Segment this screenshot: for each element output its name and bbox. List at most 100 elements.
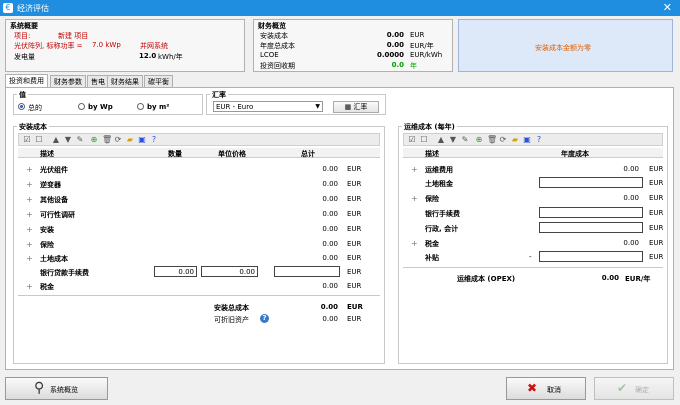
edit-icon[interactable]: ✎ <box>461 136 469 144</box>
opex-title: 运维成本 (每年) <box>402 122 457 132</box>
save-icon[interactable]: ▣ <box>523 136 531 144</box>
install-table-header: 描述 数量 单位价格 总计 <box>18 148 380 158</box>
ok-label: 确定 <box>635 386 649 394</box>
currency-select[interactable]: EUR - Euro ▼ <box>213 101 323 112</box>
tab-financial-results[interactable]: 财务结果 <box>107 75 143 87</box>
row-value: 0.00 <box>322 165 338 173</box>
depreciable-assets-label: 可折旧资产 <box>214 316 249 324</box>
tab-investment-costs[interactable]: 投资和费用 <box>5 74 48 87</box>
depreciable-assets-value: 0.00 <box>322 315 338 323</box>
save-icon[interactable]: ▣ <box>138 136 146 144</box>
delete-icon[interactable]: 🗑 <box>102 136 112 144</box>
move-up-icon[interactable]: ▲ <box>437 136 445 144</box>
divider <box>18 295 380 296</box>
row-unit: EUR <box>347 225 362 233</box>
ok-button[interactable]: ✔ 确定 <box>594 377 674 400</box>
expand-icon[interactable]: + <box>411 194 418 203</box>
help-icon[interactable]: ? <box>150 136 158 144</box>
expand-icon[interactable]: + <box>26 240 33 249</box>
window-title: 经济评估 <box>17 4 49 13</box>
row-unit: EUR <box>347 282 362 290</box>
financial-overview-panel: 财务概览 安装成本 0.00 EUR 年度总成本 0.00 EUR/年 LCOE… <box>253 19 453 72</box>
edit-icon[interactable]: ✎ <box>76 136 84 144</box>
row-label: 税金 <box>425 240 439 248</box>
tab-electricity-sale[interactable]: 售电 <box>87 75 109 87</box>
add-icon[interactable]: ⊕ <box>90 136 98 144</box>
tab-financial-params[interactable]: 财务参数 <box>50 75 86 87</box>
deselect-icon[interactable]: ☐ <box>35 136 43 144</box>
value-group: 值 总的 by Wp by m² <box>13 90 203 115</box>
subsidy-input[interactable] <box>539 251 643 262</box>
select-all-icon[interactable]: ☑ <box>23 136 31 144</box>
opex-toolbar: ☑ ☐ ▲ ▼ ✎ ⊕ 🗑 ⟳ ▰ ▣ ? <box>403 133 663 146</box>
row-label: 银行手续费 <box>425 210 460 218</box>
folder-icon[interactable]: ▰ <box>126 136 134 144</box>
opex-total-label: 运维成本 (OPEX) <box>457 275 516 283</box>
admin-accounting-input[interactable] <box>539 222 643 233</box>
total-install-cost-unit: EUR <box>347 303 363 311</box>
bank-fee-price-input[interactable]: 0.00 <box>201 266 258 277</box>
row-value: 0.00 <box>322 282 338 290</box>
system-overview-button[interactable]: ⚲ 系统概览 <box>5 377 108 400</box>
col-unit-price: 单位价格 <box>218 150 246 158</box>
help-icon[interactable]: ? <box>535 136 543 144</box>
move-down-icon[interactable]: ▼ <box>64 136 72 144</box>
expand-icon[interactable]: + <box>411 239 418 248</box>
land-rent-input[interactable] <box>539 177 643 188</box>
exchange-rate-button[interactable]: ▦ 汇率 <box>333 101 379 113</box>
expand-icon[interactable]: + <box>411 165 418 174</box>
expand-icon[interactable]: + <box>26 254 33 263</box>
bank-fees-input[interactable] <box>539 207 643 218</box>
row-unit: EUR <box>347 254 362 262</box>
row-unit: EUR <box>347 180 362 188</box>
expand-icon[interactable]: + <box>26 195 33 204</box>
row-unit: EUR <box>347 210 362 218</box>
tab-carbon-balance[interactable]: 碳平衡 <box>144 75 173 87</box>
install-toolbar: ☑ ☐ ▲ ▼ ✎ ⊕ 🗑 ⟳ ▰ ▣ ? <box>18 133 380 146</box>
bank-fee-total-input[interactable] <box>274 266 340 277</box>
expand-icon[interactable]: + <box>26 165 33 174</box>
expand-icon[interactable]: + <box>26 225 33 234</box>
expand-icon[interactable]: + <box>26 282 33 291</box>
help-icon[interactable]: ? <box>260 314 269 323</box>
refresh-icon[interactable]: ⟳ <box>499 136 507 144</box>
radio-by-m2[interactable] <box>137 103 144 110</box>
expand-icon[interactable]: + <box>26 210 33 219</box>
row-unit: EUR <box>649 194 664 202</box>
move-down-icon[interactable]: ▼ <box>449 136 457 144</box>
install-cost-value: 0.00 <box>386 31 404 39</box>
radio-total-label: 总的 <box>28 104 42 112</box>
col-desc: 描述 <box>40 150 54 158</box>
move-up-icon[interactable]: ▲ <box>52 136 60 144</box>
add-icon[interactable]: ⊕ <box>475 136 483 144</box>
chevron-down-icon: ▼ <box>315 103 320 110</box>
radio-by-wp[interactable] <box>78 103 85 110</box>
row-label: 土地租金 <box>425 180 453 188</box>
finance-heading: 财务概览 <box>258 22 286 30</box>
refresh-icon[interactable]: ⟳ <box>114 136 122 144</box>
title-bar: € 经济评估 ✕ <box>0 0 680 16</box>
bank-fee-qty-input[interactable]: 0.00 <box>154 266 197 277</box>
row-value: 0.00 <box>623 239 639 247</box>
annual-cost-value: 0.00 <box>386 41 404 49</box>
row-unit: EUR <box>649 179 664 187</box>
deselect-icon[interactable]: ☐ <box>420 136 428 144</box>
delete-icon[interactable]: 🗑 <box>487 136 497 144</box>
row-label: 土地成本 <box>40 255 68 263</box>
expand-icon[interactable]: + <box>26 180 33 189</box>
payback-value: 0.0 <box>391 61 404 69</box>
close-icon[interactable]: ✕ <box>663 1 672 14</box>
row-label: 税金 <box>40 283 54 291</box>
row-value: 0.00 <box>322 180 338 188</box>
row-label: 光伏组件 <box>40 166 68 174</box>
generation-unit: kWh/年 <box>158 53 183 61</box>
cancel-button[interactable]: ✖ 取消 <box>506 377 586 400</box>
install-cost-label: 安装成本 <box>260 32 288 40</box>
row-value: 0.00 <box>322 195 338 203</box>
row-unit: EUR <box>649 239 664 247</box>
folder-icon[interactable]: ▰ <box>511 136 519 144</box>
radio-total[interactable] <box>18 103 25 110</box>
grid-system-label: 并网系统 <box>140 42 168 50</box>
select-all-icon[interactable]: ☑ <box>408 136 416 144</box>
currency-group: 汇率 EUR - Euro ▼ ▦ 汇率 <box>206 90 386 115</box>
